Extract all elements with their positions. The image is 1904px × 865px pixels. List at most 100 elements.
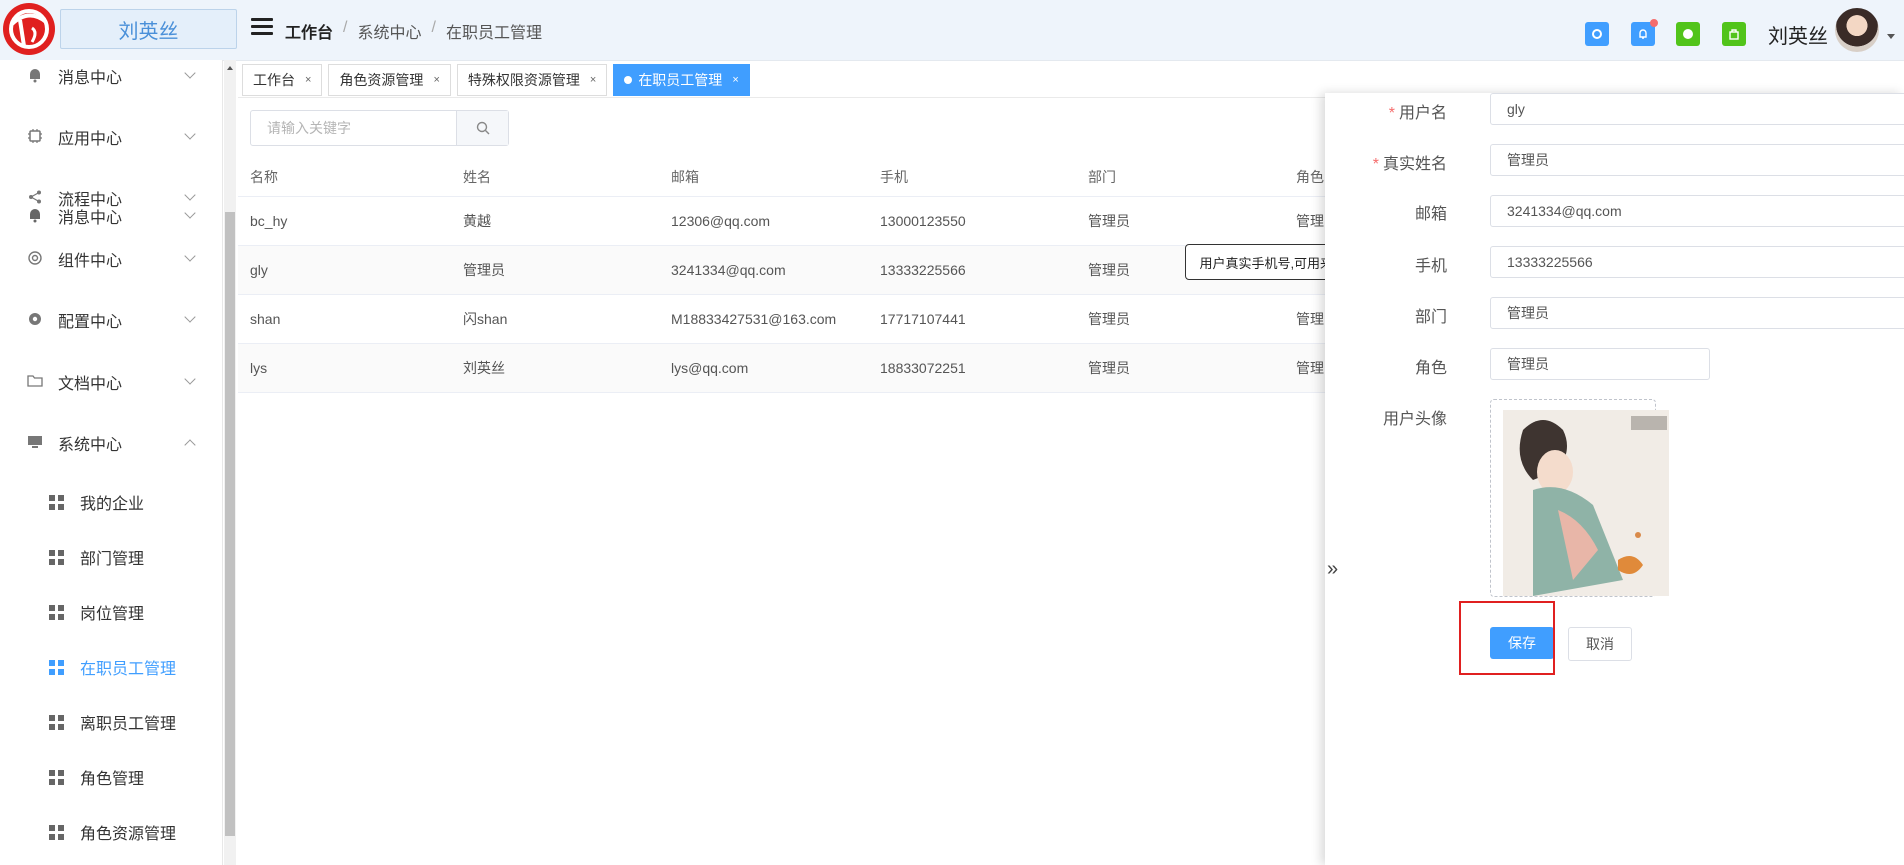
table-row[interactable]: gly 管理员 3241334@qq.com 13333225566 管理员 管… — [238, 246, 1338, 295]
scrollbar-thumb[interactable] — [225, 212, 235, 836]
table-cell: gly — [250, 262, 268, 278]
monitor-icon — [26, 434, 44, 452]
field-label-role: 角色 — [1414, 360, 1447, 377]
tab-active-employees[interactable]: 在职员工管理 × — [613, 64, 750, 96]
chip-icon — [26, 128, 44, 146]
sidebar-subitem-label: 角色资源管理 — [80, 826, 177, 843]
sidebar-item-label: 应用中心 — [58, 131, 123, 148]
cancel-button[interactable]: 取消 — [1568, 627, 1632, 661]
field-label-realname: * 真实姓名 — [1372, 156, 1447, 173]
breadcrumb-item-home[interactable]: 工作台 — [285, 19, 333, 43]
sidebar-item-system[interactable]: 系统中心 — [0, 423, 222, 463]
sidebar-subitem-role-resources[interactable]: 角色资源管理 — [0, 812, 222, 852]
close-icon[interactable]: × — [732, 74, 738, 86]
breadcrumb-item-system[interactable]: 系统中心 — [357, 19, 421, 43]
employee-table: 名称 姓名 邮箱 手机 部门 角色 bc_hy 黄越 12306@qq.com … — [238, 158, 1338, 393]
chevron-down-icon[interactable] — [1887, 34, 1895, 39]
menu-toggle-icon[interactable] — [251, 18, 273, 36]
header-username[interactable]: 刘英丝 — [1768, 20, 1828, 49]
status-icon[interactable] — [1676, 22, 1700, 46]
tab-role-resources[interactable]: 角色资源管理 × — [328, 64, 451, 96]
realname-field[interactable]: 管理员 — [1490, 144, 1904, 176]
search-input[interactable] — [251, 111, 469, 145]
column-header: 手机 — [880, 169, 908, 185]
table-header: 名称 姓名 邮箱 手机 部门 角色 — [238, 158, 1328, 197]
notification-icon[interactable] — [1631, 19, 1658, 46]
phone-field[interactable]: 13333225566 — [1490, 246, 1904, 278]
app-logo[interactable] — [2, 2, 56, 56]
close-icon[interactable]: × — [433, 74, 439, 86]
table-cell: 12306@qq.com — [671, 213, 771, 229]
grid-icon — [49, 824, 64, 840]
double-chevron-right-icon[interactable]: » — [1327, 558, 1338, 581]
chevron-up-icon — [184, 439, 196, 451]
tab-workbench[interactable]: 工作台 × — [242, 64, 323, 96]
table-cell: 管理员 — [1088, 360, 1130, 376]
grid-icon — [49, 604, 64, 620]
table-cell: 闪shan — [463, 311, 508, 327]
table-row[interactable]: shan 闪shan M18833427531@163.com 17717107… — [238, 295, 1338, 344]
grid-icon — [49, 769, 64, 785]
scroll-up-arrow-icon[interactable] — [227, 66, 233, 70]
sidebar-subitem-label: 部门管理 — [80, 551, 145, 568]
table-row[interactable]: bc_hy 黄越 12306@qq.com 13000123550 管理员 管理… — [238, 197, 1338, 246]
sidebar-subitem-my-company[interactable]: 我的企业 — [0, 482, 222, 522]
sidebar-subitem-label: 岗位管理 — [80, 606, 145, 623]
table-cell: 黄越 — [463, 213, 491, 229]
search-button[interactable] — [456, 111, 508, 145]
bag-icon[interactable] — [1722, 22, 1746, 46]
sidebar-subitem-former-employees[interactable]: 离职员工管理 — [0, 702, 222, 742]
sidebar-item-components[interactable]: 组件中心 — [0, 239, 222, 279]
sidebar-item-label: 系统中心 — [58, 437, 123, 454]
breadcrumb-separator: / — [343, 19, 348, 36]
avatar-upload[interactable] — [1490, 399, 1669, 597]
sidebar-subitem-label: 我的企业 — [80, 496, 145, 513]
breadcrumb-separator: / — [431, 19, 436, 36]
sidebar-subitem-departments[interactable]: 部门管理 — [0, 537, 222, 577]
table-cell: 管理员 — [1088, 262, 1130, 278]
sidebar-subitem-label: 角色管理 — [80, 771, 145, 788]
sidebar-item-docs[interactable]: 文档中心 — [0, 362, 222, 402]
username-field[interactable]: gly — [1490, 93, 1904, 125]
sidebar-scrollbar[interactable] — [224, 60, 236, 865]
sidebar-subitem-label: 离职员工管理 — [80, 716, 177, 733]
active-dot-icon — [624, 76, 633, 84]
table-cell: bc_hy — [250, 213, 288, 229]
field-label-department: 部门 — [1414, 309, 1447, 326]
email-field[interactable]: 3241334@qq.com — [1490, 195, 1904, 227]
close-icon[interactable]: × — [305, 74, 311, 86]
share-icon — [26, 189, 44, 207]
tab-bar: 工作台 × 角色资源管理 × 特殊权限资源管理 × 在职员工管理 × — [242, 64, 750, 96]
table-cell: 刘英丝 — [463, 360, 505, 376]
tab-special-permissions[interactable]: 特殊权限资源管理 × — [456, 64, 608, 96]
grid-icon — [49, 549, 64, 565]
sidebar-subitem-positions[interactable]: 岗位管理 — [0, 592, 222, 632]
sidebar-item-config[interactable]: 配置中心 — [0, 300, 222, 340]
current-user-box: 刘英丝 — [60, 9, 237, 49]
sidebar-item-workflow[interactable]: 流程中心 — [0, 178, 222, 218]
sidebar-item-message[interactable]: 消息中心 — [0, 56, 222, 96]
table-cell: 3241334@qq.com — [671, 262, 786, 278]
role-field[interactable]: 管理员 — [1490, 348, 1710, 380]
department-field[interactable]: 管理员 — [1490, 297, 1904, 329]
search-box — [250, 110, 509, 146]
grid-icon — [49, 494, 64, 510]
sidebar-subitem-active-employees[interactable]: 在职员工管理 — [0, 647, 222, 687]
table-cell: 管理员 — [1088, 311, 1130, 327]
chevron-down-icon — [184, 128, 196, 140]
field-label-username: * 用户名 — [1388, 105, 1447, 122]
info-icon[interactable] — [1585, 22, 1609, 46]
required-marker: * — [1372, 156, 1379, 173]
search-icon — [476, 121, 489, 135]
gear-outline-icon — [26, 250, 44, 268]
required-marker: * — [1388, 105, 1395, 122]
gear-icon — [26, 311, 44, 329]
avatar[interactable] — [1835, 8, 1879, 52]
table-cell: 17717107441 — [880, 311, 966, 327]
sidebar-item-apps[interactable]: 应用中心 — [0, 117, 222, 157]
table-row[interactable]: lys 刘英丝 lys@qq.com 18833072251 管理员 管理员 — [238, 344, 1338, 393]
sidebar-subitem-roles[interactable]: 角色管理 — [0, 757, 222, 797]
table-cell: 管理员 — [463, 262, 505, 278]
table-cell: M18833427531@163.com — [671, 311, 837, 327]
close-icon[interactable]: × — [590, 74, 596, 86]
